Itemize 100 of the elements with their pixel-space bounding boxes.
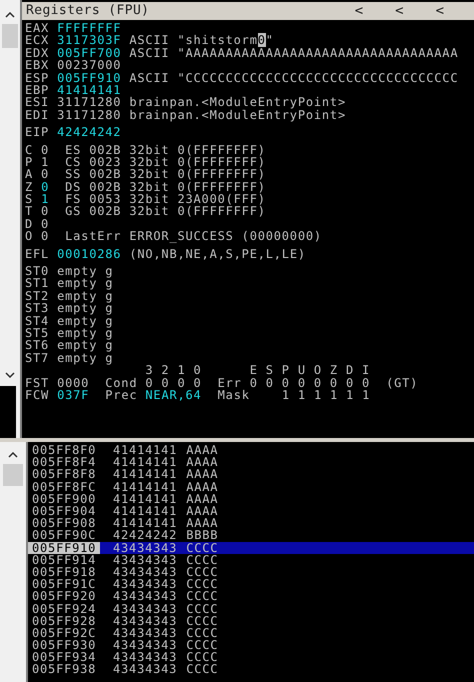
stack-row[interactable]: 005FF8FC 41414141 AAAA [28, 480, 474, 493]
stack-ascii: CCCC [186, 651, 218, 664]
register-line: EFL 00010286 (NO,NB,NE,A,S,PE,L,LE) [25, 248, 307, 260]
stack-ascii: CCCC [186, 663, 218, 676]
stack-address: 005FF8FC [31, 480, 98, 493]
stack-value: 43434343 [113, 554, 178, 566]
stack-value: 43434343 [113, 639, 178, 652]
stack-row[interactable]: 005FF934 43434343 CCCC [28, 651, 474, 664]
register-line: Z 0 DS 002B 32bit 0(FFFFFFFF) [25, 180, 267, 194]
stack-row[interactable]: 005FF8F0 41414141 AAAA [28, 444, 474, 456]
stack-ascii: BBBB [186, 529, 218, 542]
stack-row[interactable]: 005FF920 43434343 CCCC [28, 590, 474, 602]
stack-value: 41414141 [113, 456, 178, 468]
stack-row[interactable]: 005FF914 43434343 CCCC [28, 554, 474, 566]
stack-address: 005FF904 [31, 505, 98, 518]
stack-ascii: CCCC [186, 639, 218, 652]
register-line: ST0 empty g [25, 265, 114, 278]
register-line: ESP 005FF910 ASCII "CCCCCCCCCCCCCCCCCCCCCCCCCCCCCCCCCC [25, 72, 460, 84]
stack-row[interactable]: 005FF900 41414141 AAAA [28, 492, 474, 505]
stack-address: 005FF928 [31, 614, 98, 627]
stack-row[interactable]: 005FF91C 43434343 CCCC [28, 578, 474, 590]
stack-ascii: CCCC [186, 542, 218, 554]
stack-ascii: AAAA [186, 492, 218, 505]
stack-ascii: CCCC [186, 614, 218, 627]
stack-address: 005FF934 [31, 651, 98, 664]
stack-address: 005FF90C [31, 529, 98, 542]
stack-address: 005FF920 [31, 590, 98, 602]
register-line: T 0 GS 002B 32bit 0(FFFFFFFF) [25, 205, 267, 218]
stack-row[interactable]: 005FF904 41414141 AAAA [28, 504, 474, 518]
stack-row[interactable]: 005FF8F4 41414141 AAAA [28, 456, 474, 468]
stack-value: 43434343 [113, 590, 178, 602]
stack-value: 41414141 [113, 492, 178, 505]
stack-ascii: AAAA [186, 444, 218, 456]
stack-row[interactable]: 005FF918 43434343 CCCC [28, 566, 474, 578]
stack-ascii: CCCC [186, 602, 218, 615]
stack-ascii: CCCC [186, 566, 218, 578]
register-line: ST5 empty g [25, 326, 114, 340]
register-line: ESI 31171280 brainpan.<ModuleEntryPoint> [25, 96, 347, 109]
stack-value: 43434343 [113, 578, 178, 590]
stack-value: 41414141 [113, 517, 178, 530]
register-line: ST3 empty g [25, 302, 114, 315]
stack-address: 005FF924 [31, 602, 98, 615]
register-line: A 0 SS 002B 32bit 0(FFFFFFFF) [25, 168, 267, 181]
register-line: ST2 empty g [25, 290, 114, 302]
register-line: P 1 CS 0023 32bit 0(FFFFFFFF) [25, 156, 267, 168]
stack-value: 41414141 [113, 480, 178, 493]
collapse-button[interactable]: < [395, 4, 404, 18]
stack-row[interactable]: 005FF908 41414141 AAAA [28, 517, 474, 530]
gutter-background [0, 386, 16, 438]
stack-address: 005FF914 [31, 554, 98, 566]
register-line: ECX 3117303F ASCII "shitstorm0" [25, 34, 275, 47]
stack-row[interactable]: 005FF924 43434343 CCCC [28, 602, 474, 615]
panel-title: Registers (FPU) [26, 2, 150, 20]
register-line: C 0 ES 002B 32bit 0(FFFFFFFF) [25, 144, 267, 156]
stack-row[interactable]: 005FF90C 42424242 BBBB [28, 529, 474, 542]
stack-address: 005FF8F4 [31, 456, 98, 468]
stack-address: 005FF910 [28, 542, 100, 554]
stack-value: 43434343 [113, 651, 178, 664]
stack-address: 005FF91C [31, 578, 98, 590]
stack-value: 43434343 [113, 626, 178, 639]
stack-row[interactable]: 005FF928 43434343 CCCC [28, 614, 474, 627]
stack-row[interactable]: 005FF938 43434343 CCCC [28, 663, 474, 676]
stack-value: 43434343 [113, 566, 178, 578]
stack-ascii: AAAA [186, 480, 218, 493]
stack-address: 005FF900 [31, 492, 98, 505]
register-line: ST1 empty g [25, 277, 114, 290]
stack-row[interactable]: 005FF910 43434343 CCCC [28, 542, 474, 554]
stack-value: 41414141 [113, 468, 178, 480]
scroll-up-icon[interactable] [5, 12, 15, 18]
register-line: EDX 005FF700 ASCII "AAAAAAAAAAAAAAAAAAAAAAAAAAAAAAAAAA [25, 46, 460, 60]
register-line: S 1 FS 0053 32bit 23A000(FFF) [25, 193, 267, 206]
stack-address: 005FF930 [31, 639, 98, 652]
register-line: ST7 empty g [25, 352, 114, 364]
stack-value: 41414141 [113, 444, 178, 456]
stack-ascii: AAAA [186, 505, 218, 518]
register-line: O 0 LastErr ERROR_SUCCESS (00000000) [25, 230, 323, 243]
stack-value: 43434343 [113, 614, 178, 627]
register-line: FST 0000 Cond 0 0 0 0 Err 0 0 0 0 0 0 0 0 (GT) [25, 376, 420, 389]
collapse-button[interactable]: < [436, 4, 444, 18]
stack-row[interactable]: 005FF92C 43434343 CCCC [28, 626, 474, 639]
scroll-up-icon[interactable] [8, 452, 18, 458]
stack-ascii: AAAA [186, 468, 218, 480]
scrollbar-thumb[interactable] [3, 464, 23, 486]
stack-address: 005FF938 [31, 663, 98, 676]
stack-ascii: AAAA [186, 456, 218, 468]
stack-address: 005FF8F0 [31, 444, 98, 456]
stack-row[interactable]: 005FF8F8 41414141 AAAA [28, 468, 474, 481]
stack-value: 43434343 [113, 542, 178, 554]
stack-ascii: CCCC [186, 578, 218, 590]
collapse-button[interactable]: < [354, 4, 364, 18]
register-line: EAX FFFFFFFF [25, 22, 122, 34]
register-line: D 0 [25, 218, 50, 230]
stack-address: 005FF92C [31, 626, 98, 639]
scrollbar-thumb[interactable] [2, 24, 18, 48]
register-line: EIP 42424242 [25, 126, 122, 139]
stack-row[interactable]: 005FF930 43434343 CCCC [28, 639, 474, 652]
stack-address: 005FF918 [31, 566, 98, 578]
scroll-down-icon[interactable] [5, 372, 15, 378]
stack-value: 41414141 [113, 505, 178, 518]
stack-value: 43434343 [113, 663, 178, 676]
